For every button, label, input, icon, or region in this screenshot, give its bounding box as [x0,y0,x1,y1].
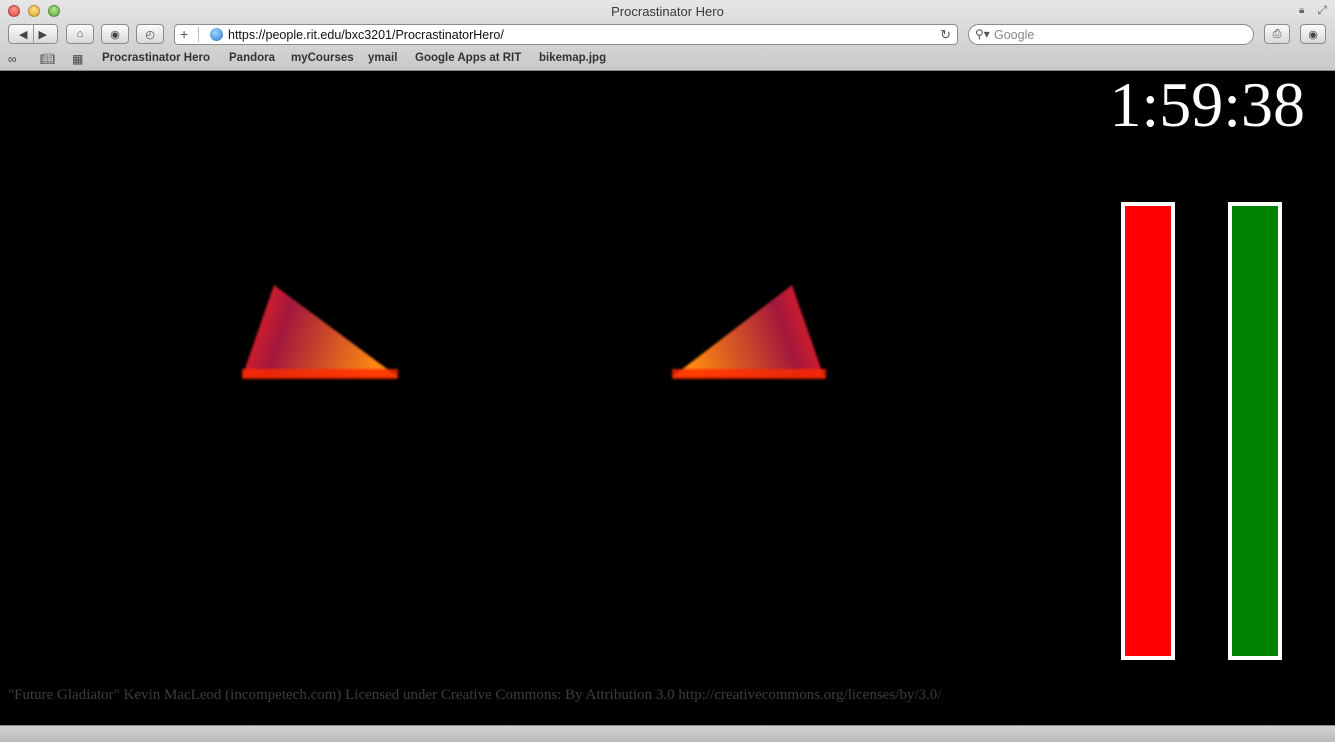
home-icon: ⌂ [76,28,84,40]
open-button[interactable]: ◉ [101,24,129,44]
fullscreen-icon[interactable]: ⤢ [1317,3,1327,18]
search-icon[interactable]: ⚲▾ [975,27,990,41]
browser-chrome: Procrastinator Hero 🔒︎ ⤢ ◀ ▶ ⌂ ◉ ◴ + htt… [0,0,1335,71]
history-button[interactable]: ◴ [136,24,164,44]
search-bar[interactable]: ⚲▾ [968,24,1254,45]
bookmark-pandora[interactable]: Pandora [229,52,275,64]
back-forward-group: ◀ ▶ [8,24,58,44]
game-canvas[interactable]: 1:59:38 "Future Gladiator" Kevin MacLeod… [0,71,1335,725]
bookmark-ymail[interactable]: ymail [368,52,397,64]
url-text[interactable]: https://people.rit.edu/bxc3201/Procrasti… [228,28,504,42]
top-sites-icon[interactable]: ▦ [72,52,83,66]
bookmark-procrastinator-hero[interactable]: Procrastinator Hero [102,52,210,64]
add-icon[interactable]: + [180,26,188,42]
settings-icon: ◉ [1308,28,1318,41]
green-meter-bar [1228,202,1282,660]
address-bar[interactable]: + https://people.rit.edu/bxc3201/Procras… [174,24,958,45]
reading-list-icon[interactable]: ∞ [8,52,17,66]
print-icon: ⎙ [1272,27,1282,40]
right-demon-eye [672,285,826,379]
bookmarks-book-icon[interactable]: 📖︎ [40,52,55,66]
open-icon: ◉ [110,28,120,41]
bookmark-mycourses[interactable]: myCourses [291,52,354,64]
divider [198,27,199,42]
back-icon[interactable]: ◀ [19,28,27,41]
bookmark-bikemap[interactable]: bikemap.jpg [539,52,606,64]
settings-button[interactable]: ◉ [1300,24,1326,44]
bookmarks-bar: ∞ 📖︎ ▦ Procrastinator Hero Pandora myCou… [0,49,1335,70]
reload-icon[interactable]: ↻ [940,27,951,43]
home-button[interactable]: ⌂ [66,24,94,44]
window-title: Procrastinator Hero [611,4,724,19]
red-meter-bar [1121,202,1175,660]
history-icon: ◴ [145,28,155,41]
divider [32,25,34,43]
countdown-timer: 1:59:38 [1109,69,1305,140]
search-input[interactable] [994,27,1234,42]
left-demon-eye [242,285,398,379]
music-credits: "Future Gladiator" Kevin MacLeod (incomp… [8,687,942,703]
lock-icon: 🔒︎ [1299,5,1305,16]
toolbar: ◀ ▶ ⌂ ◉ ◴ + https://people.rit.edu/bxc32… [0,22,1335,49]
status-bar [0,725,1335,742]
title-bar: Procrastinator Hero 🔒︎ ⤢ [0,0,1335,22]
globe-icon [210,28,223,41]
forward-icon[interactable]: ▶ [39,28,47,41]
bookmark-google-apps-at-rit[interactable]: Google Apps at RIT [415,52,521,64]
print-button[interactable]: ⎙ [1264,24,1290,44]
